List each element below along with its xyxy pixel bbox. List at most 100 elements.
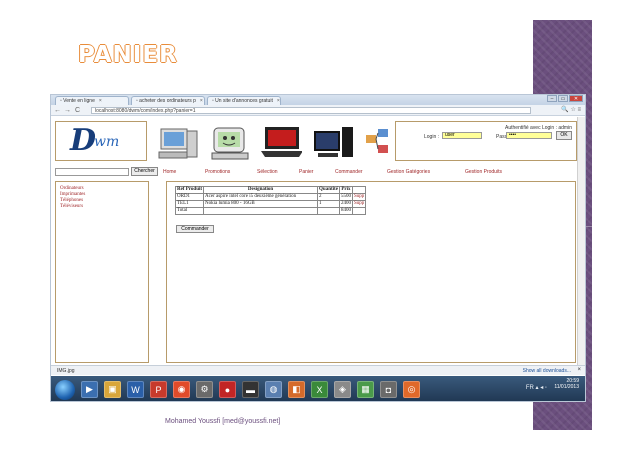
tab-annonces[interactable]: ▫ Un site d'annonces gratuit × [207,96,281,105]
camera-icon[interactable]: ◘ [380,381,397,398]
password-input[interactable]: •••• [506,132,552,139]
cell-designation: Nokia lumia 800 - 16GB [203,200,319,208]
column-header: Designation [203,186,319,194]
laptop-image [261,127,302,157]
table-header-row: Ref Produit Designation Quantité Prix [174,186,367,194]
menu-item-promotions[interactable]: Promotions [205,166,257,178]
cell-price: 5500 [338,193,353,201]
image-icon[interactable]: ▦ [357,381,374,398]
menu-item-gestion-categories[interactable]: Gestion Gatégories [387,166,465,178]
total-value: 8400 [338,207,353,215]
address-bar: ← → C localhost:8080/dwm/com/index.php?p… [51,105,585,116]
delete-link[interactable]: Supp [351,200,367,208]
url-field[interactable]: localhost:8080/dwm/com/index.php?panier=… [91,107,531,114]
page-icon: ▫ [212,98,214,104]
column-header: Ref Produit [174,186,205,194]
clock[interactable]: 20:59 11/01/2013 [554,378,579,390]
tab-vente-en-ligne[interactable]: ▫ Vente en ligne × [55,96,129,105]
menu-item-gestion-produits[interactable]: Gestion Produits [465,166,525,178]
menu-item-panier[interactable]: Panier [299,166,335,178]
close-icon[interactable]: × [200,98,203,104]
login-label: Login : [424,134,440,140]
web-page: D wm Authentifié avec Login: admin Logi… [51,117,579,363]
tab-label: Vente en ligne [63,98,95,104]
close-icon[interactable]: × [277,98,280,104]
close-icon[interactable]: × [577,367,581,373]
cell-quantity: 1 [317,200,340,208]
photo-icon[interactable]: ◈ [334,381,351,398]
taskbar: ▶ ▣ W P ◉ ⚙ ● ▬ ◍ ◧ X ◈ ▦ ◘ ◎ FR ▴ ◂ ◦ 2… [51,376,585,401]
ok-button[interactable]: OK [556,131,572,140]
window-controls: – ▭ ✕ [547,95,583,103]
tab-bar: ▫ Vente en ligne × ▫ acheter des ordinate… [51,95,585,105]
browser-window: ▫ Vente en ligne × ▫ acheter des ordinate… [50,94,586,402]
powerpoint-icon[interactable]: P [150,381,167,398]
slide: PANIER ▫ Vente en ligne × ▫ acheter des o… [0,0,638,451]
browser-icon[interactable]: ◎ [403,381,420,398]
auth-panel: Authentifié avec Login : admin Login : u… [395,121,577,161]
language-indicator[interactable]: FR [526,385,534,391]
minimize-button[interactable]: – [547,95,557,102]
show-all-downloads-link[interactable]: Show all downloads... [523,368,571,374]
close-icon[interactable]: × [99,98,102,104]
table-row: ORD1 Acer aspire intel core i5 deuxième … [174,193,367,201]
back-icon[interactable]: ← [54,106,61,115]
forward-icon[interactable]: → [64,106,71,115]
cell-quantity: 2 [317,193,340,201]
cart-table: Ref Produit Designation Quantité Prix OR… [174,186,367,215]
search-button[interactable]: Chercher [131,167,158,176]
column-header: Prix [338,186,353,194]
record-icon[interactable]: ● [219,381,236,398]
logo-text: wm [94,134,120,150]
cell-ref: TEL1 [174,200,205,208]
tab-acheter[interactable]: ▫ acheter des ordinateurs p × [131,96,205,105]
settings-icon[interactable]: ⚙ [196,381,213,398]
sidebar-item-televiseurs[interactable]: Téléviseurs [56,204,148,210]
table-total-row: Total 8400 [174,207,367,215]
excel-icon[interactable]: X [311,381,328,398]
tray-icons[interactable]: FR ▴ ◂ ◦ [526,384,547,391]
login-input[interactable]: user [442,132,482,139]
media-player-icon[interactable]: ▶ [81,381,98,398]
column-header [351,186,367,194]
page-icon: ▫ [60,98,62,104]
network-icon[interactable]: ◍ [265,381,282,398]
network-image [366,129,388,153]
download-bar: IMG.jpg Show all downloads... × [51,365,585,375]
search-input[interactable] [55,168,129,176]
product-banner [151,121,391,161]
start-button[interactable] [55,379,75,400]
menu-item-home[interactable]: Home [163,166,205,178]
star-icon[interactable]: 🔍 ☆ ≡ [561,106,581,115]
logo[interactable]: D [70,126,96,156]
folder-icon[interactable]: ▣ [104,381,121,398]
cell-empty [351,207,367,215]
column-header: Quantité [317,186,340,194]
tab-label: acheter des ordinateurs p [139,98,196,104]
cell-empty [203,207,319,215]
cell-empty [317,207,340,215]
main-menu: Home Promotions Sélection Panier Command… [163,166,575,178]
terminal-icon[interactable]: ▬ [242,381,259,398]
logo-box: D wm [55,121,147,161]
reload-icon[interactable]: C [75,106,80,115]
menu-item-commander[interactable]: Commander [335,166,387,178]
maximize-button[interactable]: ▭ [558,95,568,102]
chrome-icon[interactable]: ◉ [173,381,190,398]
table-row: TEL1 Nokia lumia 800 - 16GB 1 2400 Supp [174,200,367,208]
commander-button[interactable]: Commander [176,225,214,233]
word-icon[interactable]: W [127,381,144,398]
cell-designation: Acer aspire intel core i5 deuxième génér… [203,193,319,201]
close-window-button[interactable]: ✕ [569,95,583,102]
download-item[interactable]: IMG.jpg [57,368,75,374]
cell-price: 2400 [338,200,353,208]
tab-label: Un site d'annonces gratuit [215,98,273,104]
app-icon[interactable]: ◧ [288,381,305,398]
clock-date: 11/01/2013 [554,384,579,390]
delete-link[interactable]: Supp [351,193,367,201]
cart-content: Ref Produit Designation Quantité Prix OR… [166,181,576,363]
desktop-image [313,127,353,157]
page-icon: ▫ [136,98,138,104]
menu-item-selection[interactable]: Sélection [257,166,299,178]
vertical-scrollbar[interactable] [577,117,585,365]
